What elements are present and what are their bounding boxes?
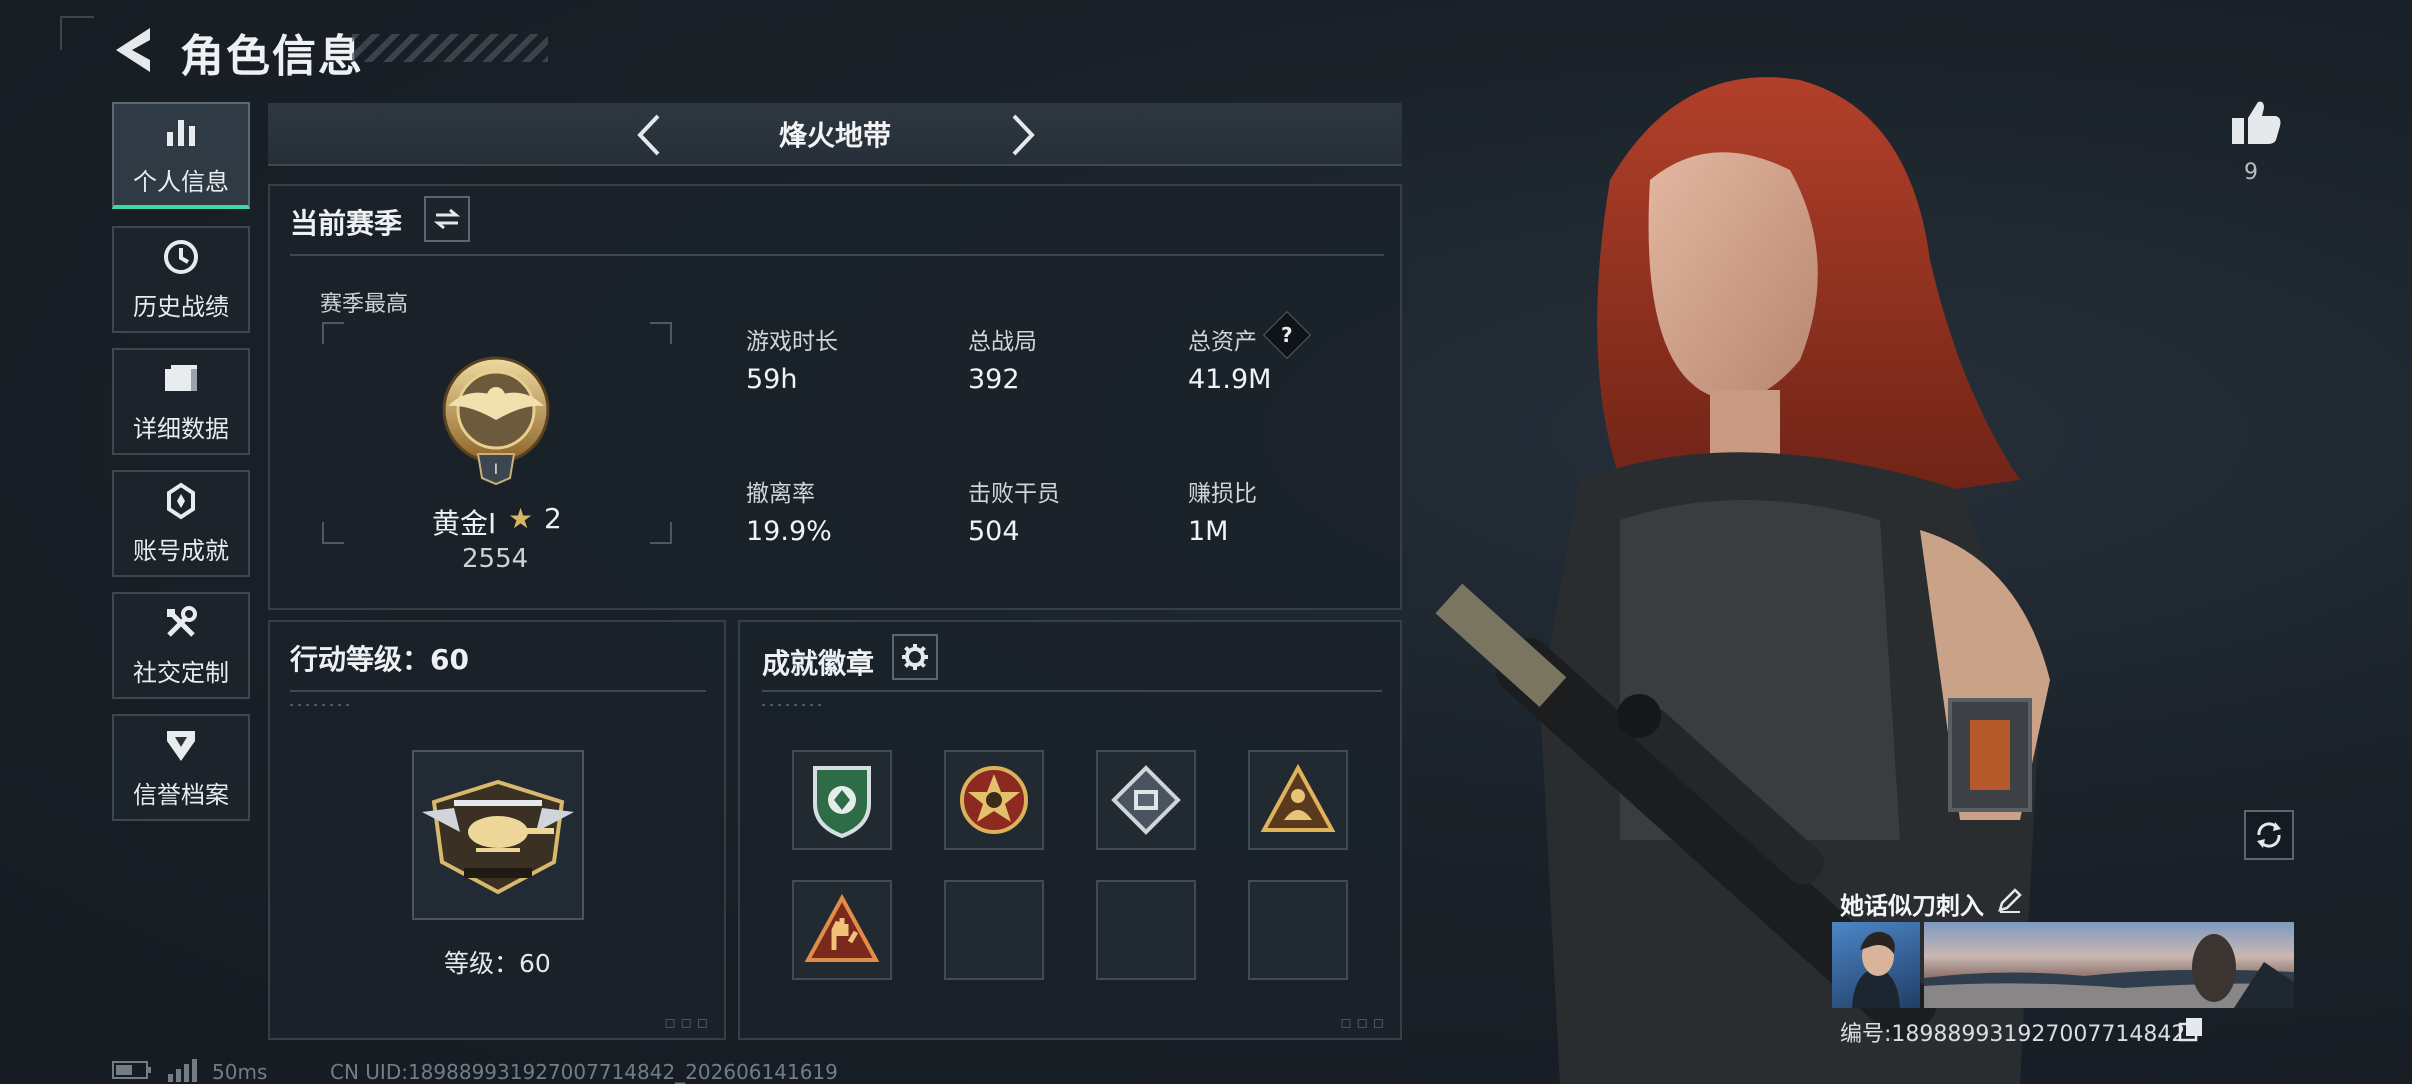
stat-value-total-assets: 41.9M [1188,364,1272,395]
sidebar-item-achievements[interactable]: 账号成就 [112,470,250,577]
helicopter-emblem-icon [422,779,574,895]
back-button[interactable] [110,22,158,78]
stat-value-profit-ratio: 1M [1188,516,1229,547]
footer-uid: CN UID:1898899319270077148​42_2026061416… [330,1060,838,1084]
badge-slot[interactable] [792,880,892,980]
mode-tab-title: 烽火地带 [778,119,891,152]
history-clock-icon [164,240,198,274]
rotate-model-button[interactable] [2244,810,2294,860]
sidebar-item-social-custom[interactable]: 社交定制 [112,592,250,699]
green-shield-badge-icon [813,766,871,839]
season-best-label: 赛季最高 [320,292,409,317]
stat-value-total-matches: 392 [968,364,1020,395]
title-decoration [352,34,548,62]
stat-value-playtime: 59h [746,364,798,395]
season-divider [290,254,1384,256]
badge-settings-button[interactable] [892,634,938,680]
profile-banner[interactable] [1924,922,2294,1008]
network-ping: 50ms [212,1060,268,1084]
stat-label-profit-ratio: 赚损比 [1188,481,1257,507]
chevron-right-icon [1012,114,1035,156]
corner-decoration [60,16,94,50]
back-arrow-icon [116,28,150,72]
swap-arrows-icon [434,208,460,230]
diamond-chip-badge-icon [1111,765,1181,835]
battery-icon [112,1061,151,1079]
level-value-text: 等级：60 [444,949,551,978]
banner-scene-icon [1924,934,2294,1008]
season-switch-button[interactable] [424,196,470,242]
stat-label-extraction-rate: 撤离率 [746,481,815,507]
badge-slot[interactable] [1096,750,1196,850]
rank-score: 2554 [462,544,529,574]
copy-id-button[interactable] [2178,1016,2204,1042]
stat-value-kills: 504 [968,516,1020,547]
signal-bars-icon [168,1059,197,1082]
prev-mode-button[interactable] [630,110,670,160]
svg-text:Ⅰ: Ⅰ [494,462,498,478]
corner-grip-decoration: ▫▫▫ [664,1012,713,1033]
sidebar-item-label: 详细数据 [133,415,229,443]
badge-slot[interactable] [792,750,892,850]
sidebar-item-personal-info[interactable]: 个人信息 [112,102,250,209]
sidebar-item-reputation[interactable]: 信誉档案 [112,714,250,821]
help-symbol: ? [1281,322,1293,347]
stat-label-kills: 击败干员 [968,481,1060,507]
profile-card-name: 她话似刀刺入 [1840,892,1984,920]
profile-card-id: 编号:1898899319270077148​42 [1840,1022,2186,1047]
thumbs-up-icon [2232,101,2281,144]
avatar-portrait-icon [1852,931,1900,1008]
pencil-icon [1998,888,2022,913]
sidebar-item-detail-data[interactable]: 详细数据 [112,348,250,455]
page-title: 角色信息 [180,31,364,82]
shield-icon [167,731,195,761]
triangle-hand-badge-icon [804,893,880,962]
rotate-icon [2257,822,2281,848]
rank-name: 黄金Ⅰ [432,507,497,540]
star-medal-badge-icon [960,766,1028,834]
stat-label-total-assets: 总资产 [1188,329,1257,355]
rank-star-icon: ★ [508,502,534,535]
action-level-title: 行动等级：60 [290,643,469,676]
like-count: 9 [2244,160,2258,185]
empty-badge-slot[interactable] [944,880,1044,980]
gold-rank-emblem-icon: Ⅰ [442,356,550,486]
folder-icon [165,365,197,391]
sidebar-item-label: 历史战绩 [133,293,229,321]
rank-star-count: 2 [544,502,562,535]
sidebar-item-label: 社交定制 [133,659,229,687]
stat-label-total-matches: 总战局 [968,329,1037,355]
sidebar-item-history[interactable]: 历史战绩 [112,226,250,333]
edit-name-button[interactable] [1996,886,2024,914]
empty-badge-slot[interactable] [1096,880,1196,980]
next-mode-button[interactable] [1002,110,1042,160]
level-divider [290,690,706,692]
badge-slot[interactable] [944,750,1044,850]
achievement-icon [167,482,195,520]
stat-label-playtime: 游戏时长 [746,329,838,355]
bar-chart-icon [167,120,195,146]
decorative-dots [762,704,822,706]
level-emblem-frame [412,750,584,920]
copy-icon [2178,1018,2202,1042]
badges-title: 成就徽章 [762,647,875,680]
stat-value-extraction-rate: 19.9% [746,516,832,547]
chevron-left-icon [637,114,660,156]
sidebar-item-label: 账号成就 [133,537,229,565]
sidebar-item-label: 个人信息 [133,168,229,196]
profile-avatar[interactable] [1832,922,1920,1008]
sidebar-item-label: 信誉档案 [133,781,229,809]
season-title: 当前赛季 [290,207,403,240]
badges-divider [762,690,1382,692]
gear-icon [902,644,928,670]
tools-icon [167,606,197,637]
like-button[interactable] [2228,98,2284,148]
decorative-dots [290,704,350,706]
